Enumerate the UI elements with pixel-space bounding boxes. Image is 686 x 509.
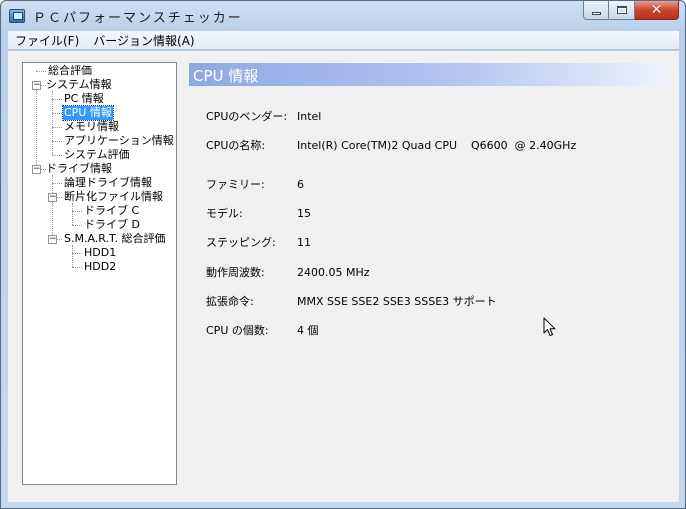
navigation-tree[interactable]: 総合評価 − システム情報 PC 情報 CPU 情報 メモリ情報 アプリケーショ… bbox=[22, 62, 177, 485]
info-value: Intel(R) Core(TM)2 Quad CPU Q6600 @ 2.40… bbox=[297, 139, 577, 152]
close-button[interactable]: ✕ bbox=[635, 1, 679, 20]
info-label: CPUの名称: bbox=[206, 139, 266, 152]
info-row-extensions: 拡張命令: MMX SSE SSE2 SSE3 SSSE3 サポート bbox=[206, 294, 666, 310]
info-row-stepping: ステッピング: 11 bbox=[206, 235, 666, 251]
tree-item-application-info[interactable]: アプリケーション情報 bbox=[63, 134, 175, 148]
tree-item-system-eval[interactable]: システム評価 bbox=[63, 148, 131, 162]
info-row-frequency: 動作周波数: 2400.05 MHz bbox=[206, 265, 666, 281]
tree-item-smart[interactable]: S.M.A.R.T. 総合評価 bbox=[63, 232, 166, 246]
info-label: CPUのベンダー: bbox=[206, 110, 288, 123]
info-value: 11 bbox=[297, 236, 311, 249]
info-row-name: CPUの名称: Intel(R) Core(TM)2 Quad CPU Q660… bbox=[206, 138, 666, 154]
menu-file[interactable]: ファイル(F) bbox=[8, 32, 86, 49]
tree-item-hdd2[interactable]: HDD2 bbox=[83, 260, 117, 274]
tree-item-pc-info[interactable]: PC 情報 bbox=[63, 92, 105, 106]
tree-item-logical-drive[interactable]: 論理ドライブ情報 bbox=[63, 176, 153, 190]
info-label: ファミリー: bbox=[206, 178, 265, 191]
window-title: ＰＣパフォーマンスチェッカー bbox=[33, 11, 243, 26]
collapse-icon[interactable]: − bbox=[32, 165, 41, 174]
info-row-family: ファミリー: 6 bbox=[206, 177, 666, 193]
menu-bar: ファイル(F) バージョン情報(A) bbox=[8, 31, 679, 50]
app-window: ＰＣパフォーマンスチェッカー ✕ ファイル(F) バージョン情報(A) 総合評価… bbox=[0, 0, 686, 509]
info-label: 動作周波数: bbox=[206, 266, 265, 279]
tree-item-cpu-info[interactable]: CPU 情報 bbox=[62, 105, 114, 121]
app-monitor-icon bbox=[9, 9, 25, 23]
caption-buttons: ✕ bbox=[583, 1, 679, 21]
collapse-icon[interactable]: − bbox=[32, 81, 41, 90]
panel-title: CPU 情報 bbox=[193, 67, 259, 85]
menu-version-info[interactable]: バージョン情報(A) bbox=[86, 32, 201, 49]
info-label: 拡張命令: bbox=[206, 295, 254, 308]
tree-item-fragmented-files[interactable]: 断片化ファイル情報 bbox=[63, 190, 164, 204]
minimize-icon bbox=[591, 11, 601, 15]
client-area: 総合評価 − システム情報 PC 情報 CPU 情報 メモリ情報 アプリケーショ… bbox=[8, 51, 679, 502]
info-label: モデル: bbox=[206, 207, 243, 220]
maximize-icon bbox=[616, 6, 627, 14]
collapse-icon[interactable]: − bbox=[48, 193, 57, 202]
maximize-button[interactable] bbox=[609, 1, 635, 20]
tree-item-memory-info[interactable]: メモリ情報 bbox=[63, 120, 120, 134]
info-row-vendor: CPUのベンダー: Intel bbox=[206, 109, 666, 125]
tree-item-drive-c[interactable]: ドライブ C bbox=[83, 204, 140, 218]
info-value: MMX SSE SSE2 SSE3 SSSE3 サポート bbox=[297, 295, 497, 308]
info-row-count: CPU の個数: 4 個 bbox=[206, 323, 666, 339]
tree-item-system-info[interactable]: システム情報 bbox=[45, 78, 113, 92]
info-label: CPU の個数: bbox=[206, 324, 269, 337]
title-bar[interactable]: ＰＣパフォーマンスチェッカー ✕ bbox=[1, 1, 685, 31]
info-row-model: モデル: 15 bbox=[206, 206, 666, 222]
mouse-pointer-icon bbox=[543, 317, 557, 340]
collapse-icon[interactable]: − bbox=[48, 235, 57, 244]
info-value: 6 bbox=[297, 178, 304, 191]
tree-item-drive-d[interactable]: ドライブ D bbox=[83, 218, 141, 232]
info-value: Intel bbox=[297, 110, 322, 123]
tree-item-hdd1[interactable]: HDD1 bbox=[83, 246, 117, 260]
minimize-button[interactable] bbox=[583, 1, 609, 20]
info-value: 15 bbox=[297, 207, 311, 220]
close-icon: ✕ bbox=[650, 2, 663, 18]
info-value: 2400.05 MHz bbox=[297, 266, 370, 279]
tree-item-drive-info[interactable]: ドライブ情報 bbox=[45, 162, 113, 176]
info-label: ステッピング: bbox=[206, 236, 276, 249]
tree-item-overall[interactable]: 総合評価 bbox=[47, 64, 93, 78]
info-value: 4 個 bbox=[297, 324, 319, 337]
panel-header: CPU 情報 bbox=[189, 63, 668, 86]
